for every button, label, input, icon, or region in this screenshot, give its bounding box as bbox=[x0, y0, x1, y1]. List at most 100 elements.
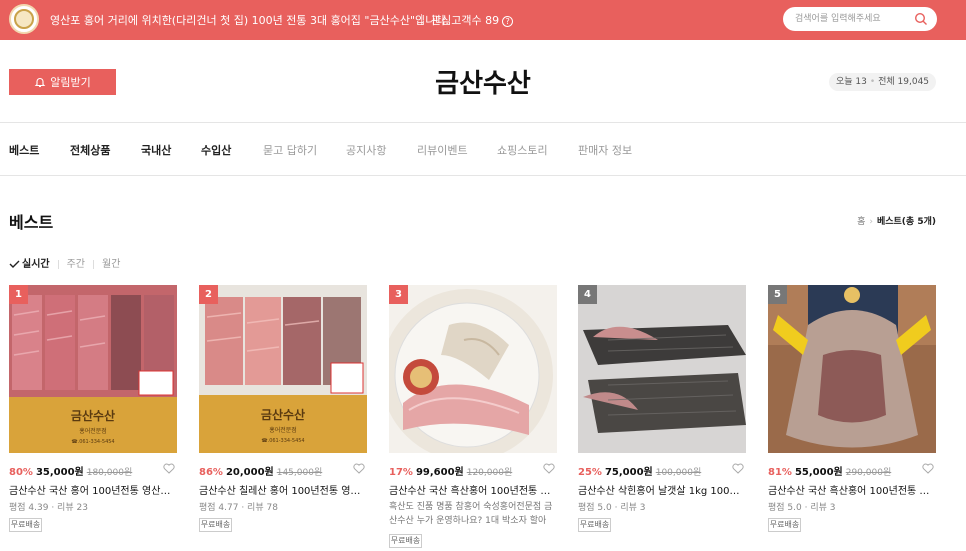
sale-price: 35,000원 bbox=[35, 467, 84, 478]
product-name[interactable]: 금산수산 국산 흑산홍어 100년전통 영... bbox=[389, 482, 557, 497]
rank-badge: 2 bbox=[199, 285, 218, 304]
product-rating: 평점 5.0 · 리뷰 3 bbox=[768, 503, 836, 513]
section-title: 베스트 bbox=[9, 213, 54, 232]
sale-price: 75,000원 bbox=[604, 467, 653, 478]
product-card[interactable]: 금산수산 홍어전문점 ☎.061-334-5454 2 86% 20,000원 14… bbox=[199, 285, 367, 545]
product-card[interactable]: 4 25% 75,000원 100,000원 금산수산 삭힌홍어 날갯살 1kg 1… bbox=[578, 285, 746, 545]
price-row: 81% 55,000원 290,000원 bbox=[768, 463, 936, 478]
store-logo[interactable] bbox=[9, 4, 39, 34]
heart-icon[interactable] bbox=[163, 463, 175, 474]
svg-text:홍어전문점: 홍어전문점 bbox=[269, 426, 297, 434]
nav-review-event[interactable]: 리뷰이벤트 bbox=[417, 142, 468, 158]
original-price: 145,000원 bbox=[276, 468, 323, 478]
nav-best[interactable]: 베스트 bbox=[9, 142, 39, 158]
divider bbox=[421, 14, 422, 25]
help-icon[interactable]: ? bbox=[502, 15, 514, 27]
sale-price: 20,000원 bbox=[225, 467, 274, 478]
svg-text:홍어전문점: 홍어전문점 bbox=[79, 427, 107, 435]
product-image[interactable]: 금산수산 홍어전문점 ☎.061-334-5454 2 bbox=[199, 285, 367, 453]
search-input[interactable] bbox=[795, 11, 907, 27]
discount-rate: 86% bbox=[199, 467, 223, 478]
top-banner: 영산포 홍어 거리에 위치한(다리건너 첫 집) 100년 전통 3대 홍어집 … bbox=[0, 0, 966, 40]
discount-rate: 80% bbox=[9, 467, 33, 478]
free-shipping-badge: 무료배송 bbox=[9, 518, 42, 532]
notification-subscribe-button[interactable]: 알림받기 bbox=[9, 69, 116, 95]
svg-text:☎.061-334-5454: ☎.061-334-5454 bbox=[71, 439, 114, 445]
heart-icon[interactable] bbox=[922, 463, 934, 474]
product-rating: 평점 4.77 · 리뷰 78 bbox=[199, 503, 278, 513]
price-row: 86% 20,000원 145,000원 bbox=[199, 463, 367, 478]
search-icon[interactable] bbox=[914, 12, 928, 26]
rank-badge: 5 bbox=[768, 285, 787, 304]
period-tabs: 실시간 주간 월간 bbox=[9, 255, 120, 270]
discount-rate: 25% bbox=[578, 467, 602, 478]
rank-badge: 4 bbox=[578, 285, 597, 304]
tab-monthly[interactable]: 월간 bbox=[102, 255, 120, 270]
heart-icon[interactable] bbox=[543, 463, 555, 474]
nav-imported[interactable]: 수입산 bbox=[201, 142, 231, 158]
product-image[interactable]: 5 bbox=[768, 285, 936, 453]
product-image[interactable]: 4 bbox=[578, 285, 746, 453]
sale-price: 99,600원 bbox=[415, 467, 464, 478]
chevron-right-icon: › bbox=[869, 217, 873, 227]
free-shipping-badge: 무료배송 bbox=[578, 518, 611, 532]
price-row: 80% 35,000원 180,000원 bbox=[9, 463, 177, 478]
original-price: 290,000원 bbox=[845, 468, 892, 478]
product-name[interactable]: 금산수산 국산 흑산홍어 100년전통 영... bbox=[768, 482, 936, 497]
original-price: 180,000원 bbox=[86, 468, 133, 478]
today-visitors: 오늘 13 bbox=[835, 77, 867, 87]
divider bbox=[0, 175, 966, 176]
interest-label: 관심고객수 89 bbox=[431, 14, 500, 27]
nav-notice[interactable]: 공지사항 bbox=[346, 142, 386, 158]
discount-rate: 81% bbox=[768, 467, 792, 478]
product-card[interactable]: 금산수산 홍어전문점 ☎.061-334-5454 1 80% 35,000원 18… bbox=[9, 285, 177, 545]
interest-count[interactable]: 관심고객수 89? bbox=[431, 12, 514, 28]
heart-icon[interactable] bbox=[353, 463, 365, 474]
rank-badge: 1 bbox=[9, 285, 28, 304]
check-icon bbox=[9, 260, 20, 268]
product-image[interactable]: 금산수산 홍어전문점 ☎.061-334-5454 1 bbox=[9, 285, 177, 453]
divider bbox=[0, 122, 966, 123]
bell-icon bbox=[34, 78, 46, 88]
breadcrumb-home[interactable]: 홈 bbox=[857, 217, 865, 227]
free-shipping-badge: 무료배송 bbox=[389, 534, 422, 548]
breadcrumb-current: 베스트(총 5개) bbox=[876, 217, 936, 227]
product-image[interactable]: 3 bbox=[389, 285, 557, 453]
svg-text:금산수산: 금산수산 bbox=[71, 408, 115, 423]
free-shipping-badge: 무료배송 bbox=[768, 518, 801, 532]
product-rating: 평점 4.39 · 리뷰 23 bbox=[9, 503, 88, 513]
original-price: 100,000원 bbox=[655, 468, 702, 478]
alarm-label: 알림받기 bbox=[50, 76, 91, 89]
discount-rate: 17% bbox=[389, 467, 413, 478]
store-notice: 영산포 홍어 거리에 위치한(다리건너 첫 집) 100년 전통 3대 홍어집 … bbox=[50, 14, 449, 27]
price-row: 25% 75,000원 100,000원 bbox=[578, 463, 746, 478]
breadcrumb: 홈 › 베스트(총 5개) bbox=[857, 214, 936, 227]
product-name[interactable]: 금산수산 삭힌홍어 날갯살 1kg 100년전... bbox=[578, 482, 746, 497]
free-shipping-badge: 무료배송 bbox=[199, 518, 232, 532]
product-card[interactable]: 3 17% 99,600원 120,000원 금산수산 국산 흑산홍어 100년전통… bbox=[389, 285, 557, 548]
product-description: 흑산도 진품 명품 참홍어 숙성홍어전문점 금산수산 누가 운영하나요? 1대 … bbox=[389, 502, 553, 526]
visitor-count: 오늘 13 • 전체 19,045 bbox=[829, 73, 936, 91]
svg-text:금산수산: 금산수산 bbox=[261, 407, 305, 422]
logo-seal-icon bbox=[14, 9, 34, 29]
product-rating: 평점 5.0 · 리뷰 3 bbox=[578, 503, 646, 513]
heart-icon[interactable] bbox=[732, 463, 744, 474]
product-card[interactable]: 5 81% 55,000원 290,000원 금산수산 국산 흑산홍어 100년전통… bbox=[768, 285, 936, 545]
nav-qna[interactable]: 묻고 답하기 bbox=[263, 142, 317, 158]
svg-text:☎.061-334-5454: ☎.061-334-5454 bbox=[261, 438, 304, 444]
nav-domestic[interactable]: 국내산 bbox=[141, 142, 171, 158]
product-name[interactable]: 금산수산 칠레산 홍어 100년전통 영산... bbox=[199, 482, 367, 497]
product-name[interactable]: 금산수산 국산 홍어 100년전통 영산포 3... bbox=[9, 482, 177, 497]
search-box bbox=[783, 7, 937, 31]
sale-price: 55,000원 bbox=[794, 467, 843, 478]
tab-realtime[interactable]: 실시간 bbox=[9, 255, 50, 270]
original-price: 120,000원 bbox=[466, 468, 513, 478]
price-row: 17% 99,600원 120,000원 bbox=[389, 463, 557, 478]
tab-weekly[interactable]: 주간 bbox=[67, 255, 85, 270]
total-visitors: 전체 19,045 bbox=[878, 77, 930, 87]
rank-badge: 3 bbox=[389, 285, 408, 304]
nav-shopping-story[interactable]: 쇼핑스토리 bbox=[497, 142, 548, 158]
store-name: 금산수산 bbox=[435, 69, 531, 99]
nav-all-products[interactable]: 전체상품 bbox=[70, 142, 110, 158]
nav-seller-info[interactable]: 판매자 정보 bbox=[578, 142, 632, 158]
